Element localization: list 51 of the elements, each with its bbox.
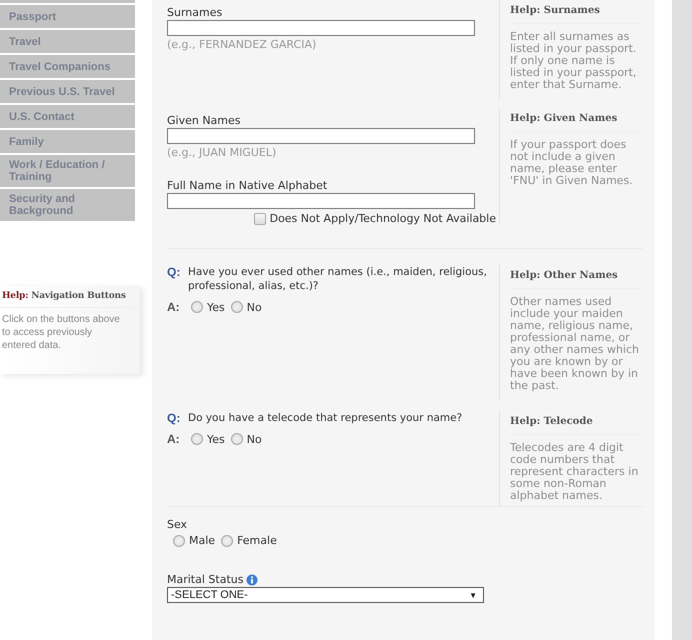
field-label: Full Name in Native Alphabet <box>167 179 328 192</box>
question-text: Have you ever used other names (i.e., maiden, religious, professional, alias, etc.)? <box>188 265 488 293</box>
checkbox-label: Does Not Apply/Technology Not Available <box>270 212 496 225</box>
radio-button[interactable] <box>230 433 243 445</box>
help-title: Help: Navigation Buttons <box>0 291 140 308</box>
text-field[interactable] <box>167 128 475 144</box>
field-label: Surnames <box>167 6 224 19</box>
radio-button[interactable] <box>230 301 243 313</box>
field-label: Marital Status <box>167 573 244 586</box>
help-title: Help: Surnames <box>510 0 643 24</box>
help-title: Help: Given Names <box>510 108 643 132</box>
help-title: Help: Other Names <box>510 265 643 289</box>
example-hint: (e.g., JUAN MIGUEL) <box>167 146 278 159</box>
radio-label: No <box>246 432 262 446</box>
question-marker: Q: <box>167 265 182 281</box>
nav-button[interactable]: Travel Companions <box>0 55 135 78</box>
answer-marker: A: <box>167 300 181 314</box>
help-title: Help: Telecode <box>510 411 643 435</box>
help-text: Click on the buttons above to access previously entered data. <box>1 313 121 353</box>
help-text: If your passport does not include a given name, please enter 'FNU' in Given Names. <box>510 137 634 187</box>
help-text: Enter all surnames as listed in your passport. If only one name is listed in your passport, enter that Surname. <box>510 29 638 91</box>
radio-button[interactable] <box>191 301 203 313</box>
field-label: Given Names <box>167 114 242 127</box>
info-icon[interactable] <box>246 574 258 586</box>
nav-button[interactable]: Security and Background <box>0 189 135 221</box>
radio-label: Yes <box>207 300 225 314</box>
text-field[interactable] <box>167 193 475 209</box>
question-text: Do you have a telecode that represents your name? <box>188 411 464 425</box>
radio-button[interactable] <box>173 534 185 546</box>
radio-label: Yes <box>207 432 225 446</box>
radio-button[interactable] <box>191 433 203 445</box>
radio-label: Male <box>189 534 216 547</box>
scrollbar-track[interactable] <box>672 0 692 640</box>
nav-button[interactable]: Previous U.S. Travel <box>0 80 135 103</box>
dropdown[interactable]: -SELECT ONE- ▼ <box>167 587 484 603</box>
text-field[interactable] <box>167 20 475 36</box>
help-text: Other names used include your maiden name, religious name, professional name, or any other names which you are known by or have been known by in the past. <box>510 294 640 392</box>
answer-marker: A: <box>167 432 181 446</box>
question-marker: Q: <box>167 411 182 425</box>
field-label: Sex <box>167 518 188 531</box>
nav-button[interactable]: U.S. Contact <box>0 105 135 128</box>
nav-button[interactable]: Passport <box>0 5 135 28</box>
nav-button[interactable]: Work / Education / Training <box>0 155 135 187</box>
radio-label: Female <box>237 534 277 547</box>
help-text: Telecodes are 4 digit code numbers that represent characters in some non-Roman alphabet names. <box>510 440 640 502</box>
radio-button[interactable] <box>221 534 234 546</box>
radio-label: No <box>246 300 262 314</box>
nav-button[interactable]: Family <box>0 130 135 153</box>
checkbox[interactable] <box>254 212 266 224</box>
nav-button[interactable]: Travel <box>0 30 135 53</box>
example-hint: (e.g., FERNANDEZ GARCIA) <box>167 38 318 51</box>
